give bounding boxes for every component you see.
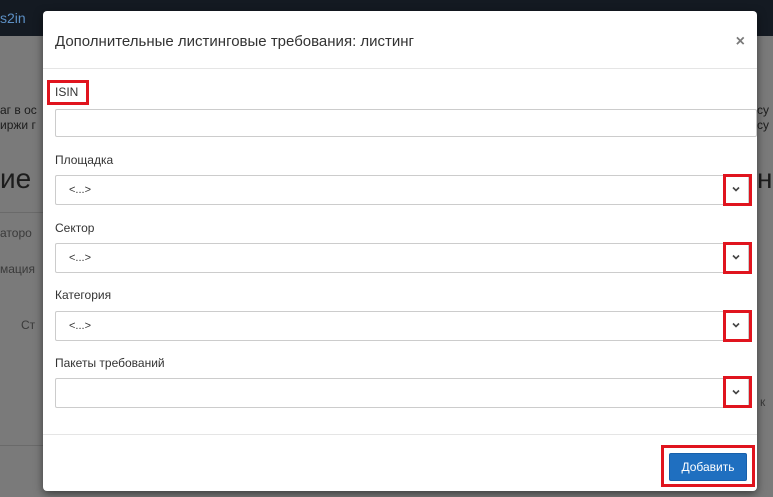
background-nav-item: Ст	[21, 318, 36, 332]
dialog-header: Дополнительные листинговые требования: л…	[43, 11, 757, 69]
background-heading: ие	[0, 163, 32, 194]
category-label: Категория	[55, 288, 112, 302]
chevron-down-icon[interactable]	[724, 244, 748, 270]
packages-label: Пакеты требований	[55, 356, 165, 370]
close-icon[interactable]: ×	[736, 34, 745, 50]
platform-label: Площадка	[55, 153, 114, 167]
background-heading: на	[757, 163, 773, 194]
background-nav-item: аторо	[0, 226, 32, 240]
chevron-down-icon[interactable]	[724, 312, 748, 338]
listing-requirements-dialog: Дополнительные листинговые требования: л…	[43, 11, 757, 491]
sector-select[interactable]: <...>	[55, 243, 749, 273]
background-nav-item: мация	[0, 262, 35, 276]
packages-select[interactable]	[55, 378, 749, 408]
dialog-title: Дополнительные листинговые требования: л…	[55, 33, 415, 50]
chevron-down-icon[interactable]	[724, 379, 748, 405]
background-text: су	[757, 103, 769, 117]
background-logo: s2in	[0, 10, 26, 26]
background-text: иржи г	[0, 118, 36, 132]
background-text: су	[757, 118, 769, 132]
sector-select-value: <...>	[69, 252, 92, 264]
background-text: аг в ос	[0, 103, 37, 117]
platform-select-value: <...>	[69, 184, 92, 196]
platform-select[interactable]: <...>	[55, 175, 749, 205]
background-text: к	[760, 395, 766, 409]
chevron-down-icon[interactable]	[724, 176, 748, 202]
isin-label: ISIN	[55, 85, 79, 99]
category-select[interactable]: <...>	[55, 311, 749, 341]
dialog-footer	[43, 434, 757, 491]
isin-input[interactable]	[55, 109, 757, 137]
background-divider	[0, 445, 43, 446]
background-divider	[0, 212, 43, 213]
sector-label: Сектор	[55, 221, 95, 235]
add-button[interactable]: Добавить	[669, 453, 747, 481]
category-select-value: <...>	[69, 320, 92, 332]
